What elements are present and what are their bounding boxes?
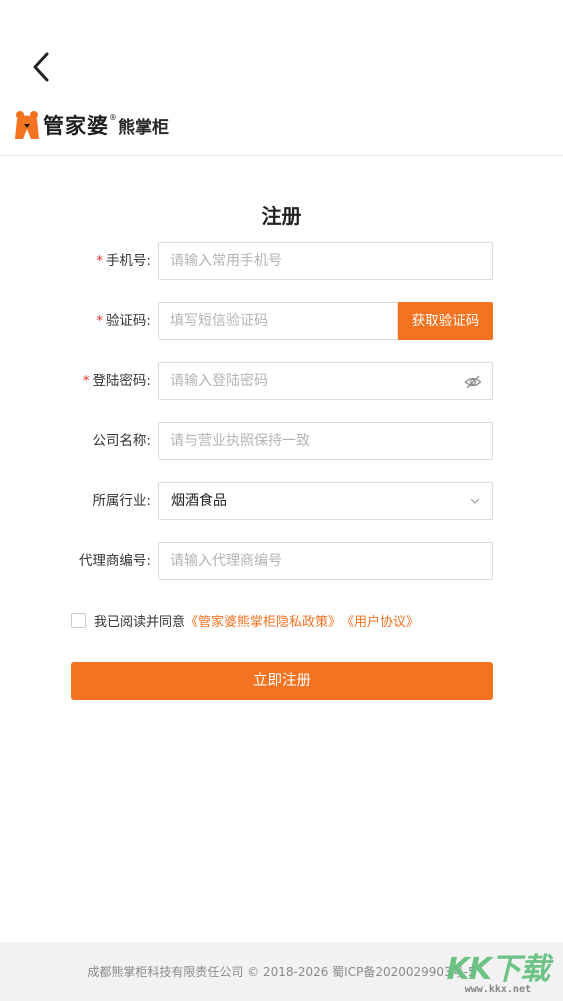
industry-label: 所属行业: [92,493,151,509]
chevron-down-icon [470,498,480,504]
brand-logo: 管家婆 ® 熊掌柜 [14,108,169,142]
required-mark: * [82,373,90,389]
watermark: KK下载 www.kkx.net [435,944,555,1000]
registered-mark: ® [109,113,117,122]
header-divider [0,155,563,156]
password-field [158,362,493,400]
code-input[interactable] [159,303,397,339]
page-title: 注册 [261,204,302,228]
company-field [158,422,493,460]
phone-label: * 手机号: [96,253,151,269]
industry-selected-value: 烟酒食品 [171,493,227,509]
industry-select[interactable]: 烟酒食品 [158,482,493,520]
eye-off-icon[interactable] [464,373,482,391]
get-code-button[interactable]: 获取验证码 [398,302,493,340]
company-row: 公司名称: [0,422,563,460]
chevron-left-icon [33,52,49,82]
phone-input[interactable] [159,243,492,279]
back-button[interactable] [26,48,58,86]
agent-row: 代理商编号: [0,542,563,580]
watermark-main: KK下载 [446,952,550,987]
code-row: *验证码: 获取验证码 [0,302,563,340]
privacy-policy-link[interactable]: 《管家婆熊掌柜隐私政策》 [185,611,341,630]
industry-row: 所属行业: 烟酒食品 [0,482,563,520]
agree-text: 我已阅读并同意 [94,614,186,630]
agent-label: 代理商编号: [78,553,151,569]
register-button[interactable]: 立即注册 [71,662,493,700]
phone-field [158,242,493,280]
logo-brand-text: 管家婆 [43,114,109,138]
agent-input[interactable] [159,543,492,579]
required-mark: * [96,253,103,269]
phone-row: * 手机号: [0,242,563,280]
company-input[interactable] [159,423,492,459]
password-input[interactable] [159,363,492,399]
required-mark: * [96,313,103,329]
code-label: * 验证码: [96,313,151,329]
agreement: 我已阅读并同意 《管家婆熊掌柜隐私政策》 《用户协议》 [71,611,419,630]
password-label: * 登陆密码: [82,373,151,389]
user-agreement-link[interactable]: 《用户协议》 [341,611,419,630]
code-field [158,302,398,340]
logo-product-text: 熊掌柜 [118,117,169,138]
agree-checkbox[interactable] [71,612,86,628]
company-label: 公司名称: [92,433,151,449]
agent-field [158,542,493,580]
watermark-url: www.kkx.net [464,984,531,995]
password-row: * 登陆密码: [0,362,563,400]
bear-logo-icon [15,111,39,139]
